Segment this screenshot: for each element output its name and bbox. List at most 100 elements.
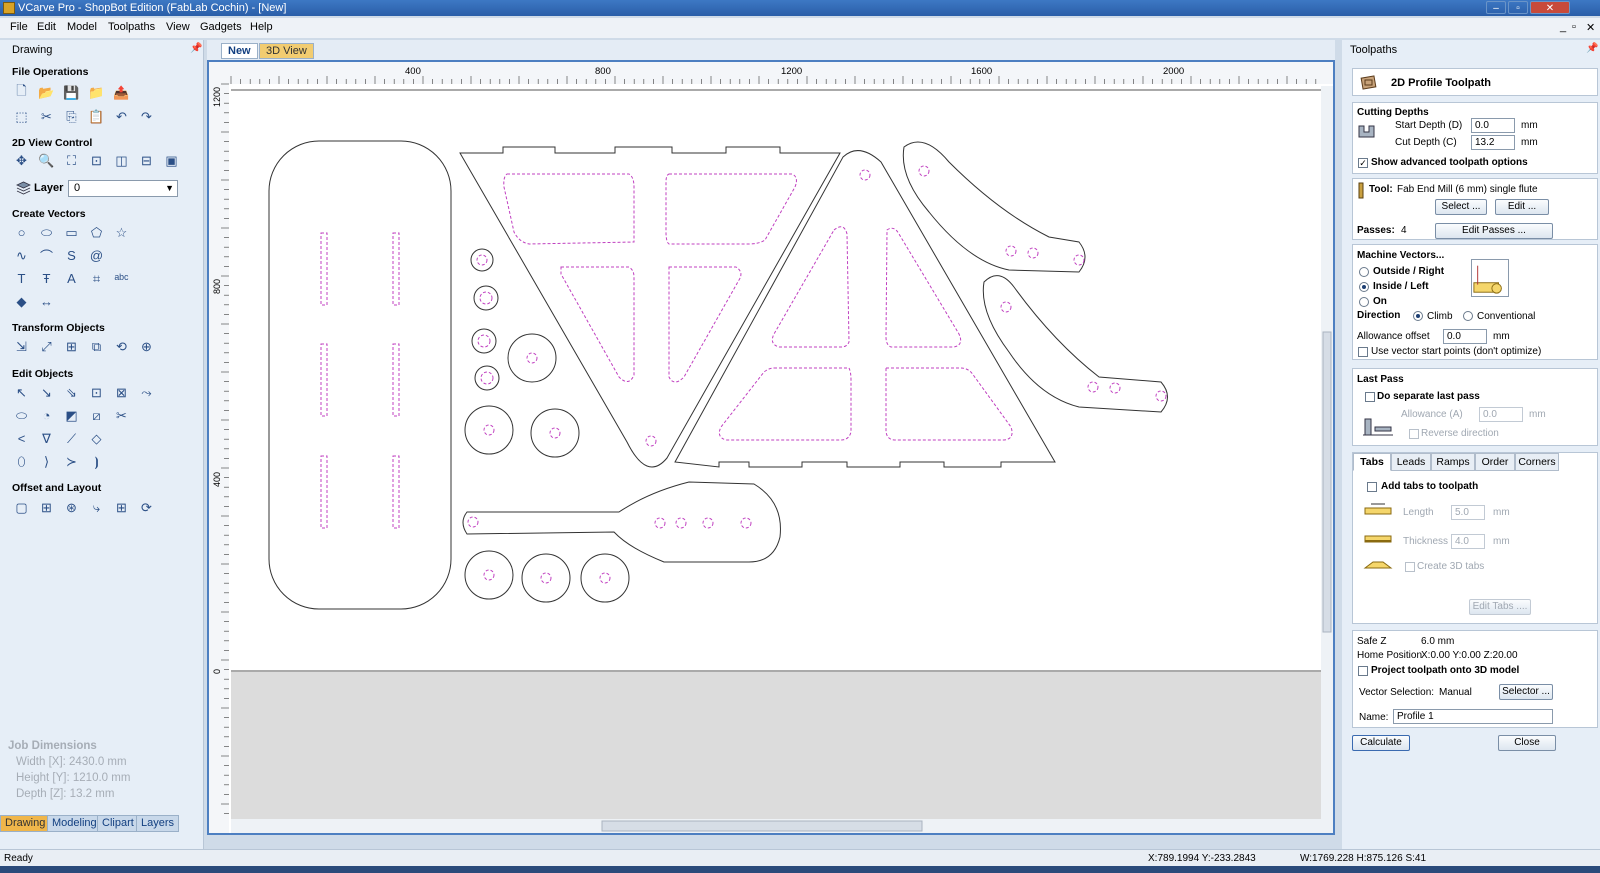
smooth-icon[interactable]: ⟩ xyxy=(37,452,56,471)
hole-toolpath[interactable] xyxy=(526,352,538,364)
on-radio[interactable] xyxy=(1359,297,1369,307)
curve-icon[interactable]: S xyxy=(62,246,81,265)
allowance-offset-input[interactable]: 0.0 xyxy=(1443,329,1487,344)
menu-view[interactable]: View xyxy=(166,21,190,33)
pin-icon[interactable]: 📌 xyxy=(1586,43,1598,54)
spiral-icon[interactable]: @ xyxy=(87,246,106,265)
slot-toolpath[interactable] xyxy=(392,232,400,306)
hole-toolpath[interactable] xyxy=(599,572,611,584)
view-split-icon[interactable]: ◫ xyxy=(112,151,131,170)
save-file-icon[interactable]: 💾 xyxy=(62,83,81,102)
tab-clipart[interactable]: Clipart xyxy=(97,815,139,832)
leg-bar-outline[interactable] xyxy=(462,481,781,563)
tab-3d-view[interactable]: 3D View xyxy=(259,43,314,59)
disc-outline[interactable] xyxy=(580,553,630,603)
mdi-close-button[interactable]: ✕ xyxy=(1586,21,1595,34)
offset-icon[interactable]: ▢ xyxy=(12,498,31,517)
intersect-icon[interactable]: ◩ xyxy=(62,406,81,425)
hole-toolpath[interactable] xyxy=(702,517,714,529)
tab-new[interactable]: New xyxy=(221,43,258,59)
pocket-toolpath[interactable] xyxy=(560,266,635,382)
hole-toolpath[interactable] xyxy=(675,517,687,529)
menu-model[interactable]: Model xyxy=(67,21,97,33)
ungroup-icon[interactable]: ⊠ xyxy=(112,383,131,402)
hole-toolpath[interactable] xyxy=(654,517,666,529)
align-icon[interactable]: ⊞ xyxy=(62,337,81,356)
project-toolpath-checkbox[interactable] xyxy=(1358,666,1368,676)
tab-drawing[interactable]: Drawing xyxy=(0,815,51,832)
pan-icon[interactable]: ✥ xyxy=(12,151,31,170)
ellipse-icon[interactable]: ⬭ xyxy=(37,223,56,242)
edit-tool-button[interactable]: Edit ... xyxy=(1495,199,1549,215)
circle-icon[interactable]: ○ xyxy=(12,223,31,242)
outside-right-radio[interactable] xyxy=(1359,267,1369,277)
tab-length-input[interactable]: 5.0 xyxy=(1451,505,1485,520)
show-advanced-checkbox[interactable]: ✓ xyxy=(1358,158,1368,168)
armrest-lower-outline[interactable] xyxy=(982,275,1168,413)
open-file-icon[interactable]: 📂 xyxy=(37,83,56,102)
edit-tabs-button[interactable]: Edit Tabs .... xyxy=(1469,599,1531,615)
vertical-scrollbar-thumb[interactable] xyxy=(1322,331,1332,633)
start-depth-input[interactable]: 0.0 xyxy=(1471,118,1515,133)
pocket-toolpath[interactable] xyxy=(668,266,742,383)
mdi-minimize-button[interactable]: _ xyxy=(1560,21,1566,33)
tab-modeling[interactable]: Modeling xyxy=(47,815,102,832)
block-copy-icon[interactable]: ⊞ xyxy=(112,498,131,517)
tab-layers[interactable]: Layers xyxy=(136,815,180,832)
polyline-icon[interactable]: ∿ xyxy=(12,246,31,265)
redo-icon[interactable]: ↷ xyxy=(137,107,156,126)
center-icon[interactable]: ⊕ xyxy=(137,337,156,356)
hole-toolpath[interactable] xyxy=(483,569,495,581)
close-button[interactable]: Close xyxy=(1498,735,1556,751)
selector-button[interactable]: Selector ... xyxy=(1499,684,1553,700)
shape-import-icon[interactable]: ◆ xyxy=(12,292,31,311)
import-icon[interactable]: 📁 xyxy=(87,83,106,102)
group-icon[interactable]: ⊡ xyxy=(87,383,106,402)
toolpath-name-input[interactable]: Profile 1 xyxy=(1393,709,1553,724)
hole-toolpath[interactable] xyxy=(1109,382,1121,394)
menu-help[interactable]: Help xyxy=(250,21,273,33)
pocket-toolpath[interactable] xyxy=(771,226,850,348)
scissor-icon[interactable]: ✂ xyxy=(112,406,131,425)
job-setup-icon[interactable]: ⬚ xyxy=(12,107,31,126)
slot-toolpath[interactable] xyxy=(392,343,400,417)
hole-toolpath[interactable] xyxy=(1005,245,1017,257)
reverse-direction-checkbox[interactable] xyxy=(1409,429,1419,439)
last-pass-allowance-input[interactable]: 0.0 xyxy=(1479,407,1523,422)
copy-along-icon[interactable]: ⤷ xyxy=(87,498,106,517)
hole-toolpath[interactable] xyxy=(1027,247,1039,259)
hole-toolpath[interactable] xyxy=(477,334,491,348)
rectangle-icon[interactable]: ▭ xyxy=(62,223,81,242)
cut-icon[interactable]: ✂ xyxy=(37,107,56,126)
paste-icon[interactable]: 📋 xyxy=(87,107,106,126)
inside-left-radio[interactable] xyxy=(1359,282,1369,292)
triangle-panel-right-outline[interactable] xyxy=(674,150,1056,468)
chamfer-icon[interactable]: ∇ xyxy=(37,429,56,448)
disc-outline[interactable] xyxy=(471,328,497,354)
cut-depth-input[interactable]: 13.2 xyxy=(1471,135,1515,150)
text-box-icon[interactable]: Ŧ xyxy=(37,269,56,288)
star-icon[interactable]: ☆ xyxy=(112,223,131,242)
extend-icon[interactable]: ⟋ xyxy=(62,429,81,448)
edit-passes-button[interactable]: Edit Passes ... xyxy=(1435,223,1553,239)
menu-file[interactable]: File xyxy=(10,21,28,33)
curve-fit-icon[interactable]: ⬯ xyxy=(12,452,31,471)
subtract-icon[interactable]: ◔ xyxy=(37,406,56,425)
text-arc-icon[interactable]: A xyxy=(62,269,81,288)
nest-icon[interactable]: ⊞ xyxy=(37,498,56,517)
seat-panel-outline[interactable] xyxy=(268,140,452,610)
tab-corners[interactable]: Corners xyxy=(1515,453,1559,471)
scale-icon[interactable]: ⤢ xyxy=(37,337,56,356)
pin-icon[interactable]: 📌 xyxy=(190,43,202,54)
pocket-toolpath[interactable] xyxy=(885,227,962,348)
zoom-box-icon[interactable]: ⊡ xyxy=(87,151,106,170)
hole-toolpath[interactable] xyxy=(918,165,930,177)
move-icon[interactable]: ⇲ xyxy=(12,337,31,356)
hole-toolpath[interactable] xyxy=(476,254,488,266)
rotate-copy-icon[interactable]: ⟳ xyxy=(137,498,156,517)
pocket-toolpath[interactable] xyxy=(718,367,852,441)
menu-edit[interactable]: Edit xyxy=(37,21,56,33)
mdi-restore-button[interactable]: ▫ xyxy=(1572,21,1576,33)
hole-toolpath[interactable] xyxy=(479,291,493,305)
add-tabs-checkbox[interactable] xyxy=(1367,482,1377,492)
